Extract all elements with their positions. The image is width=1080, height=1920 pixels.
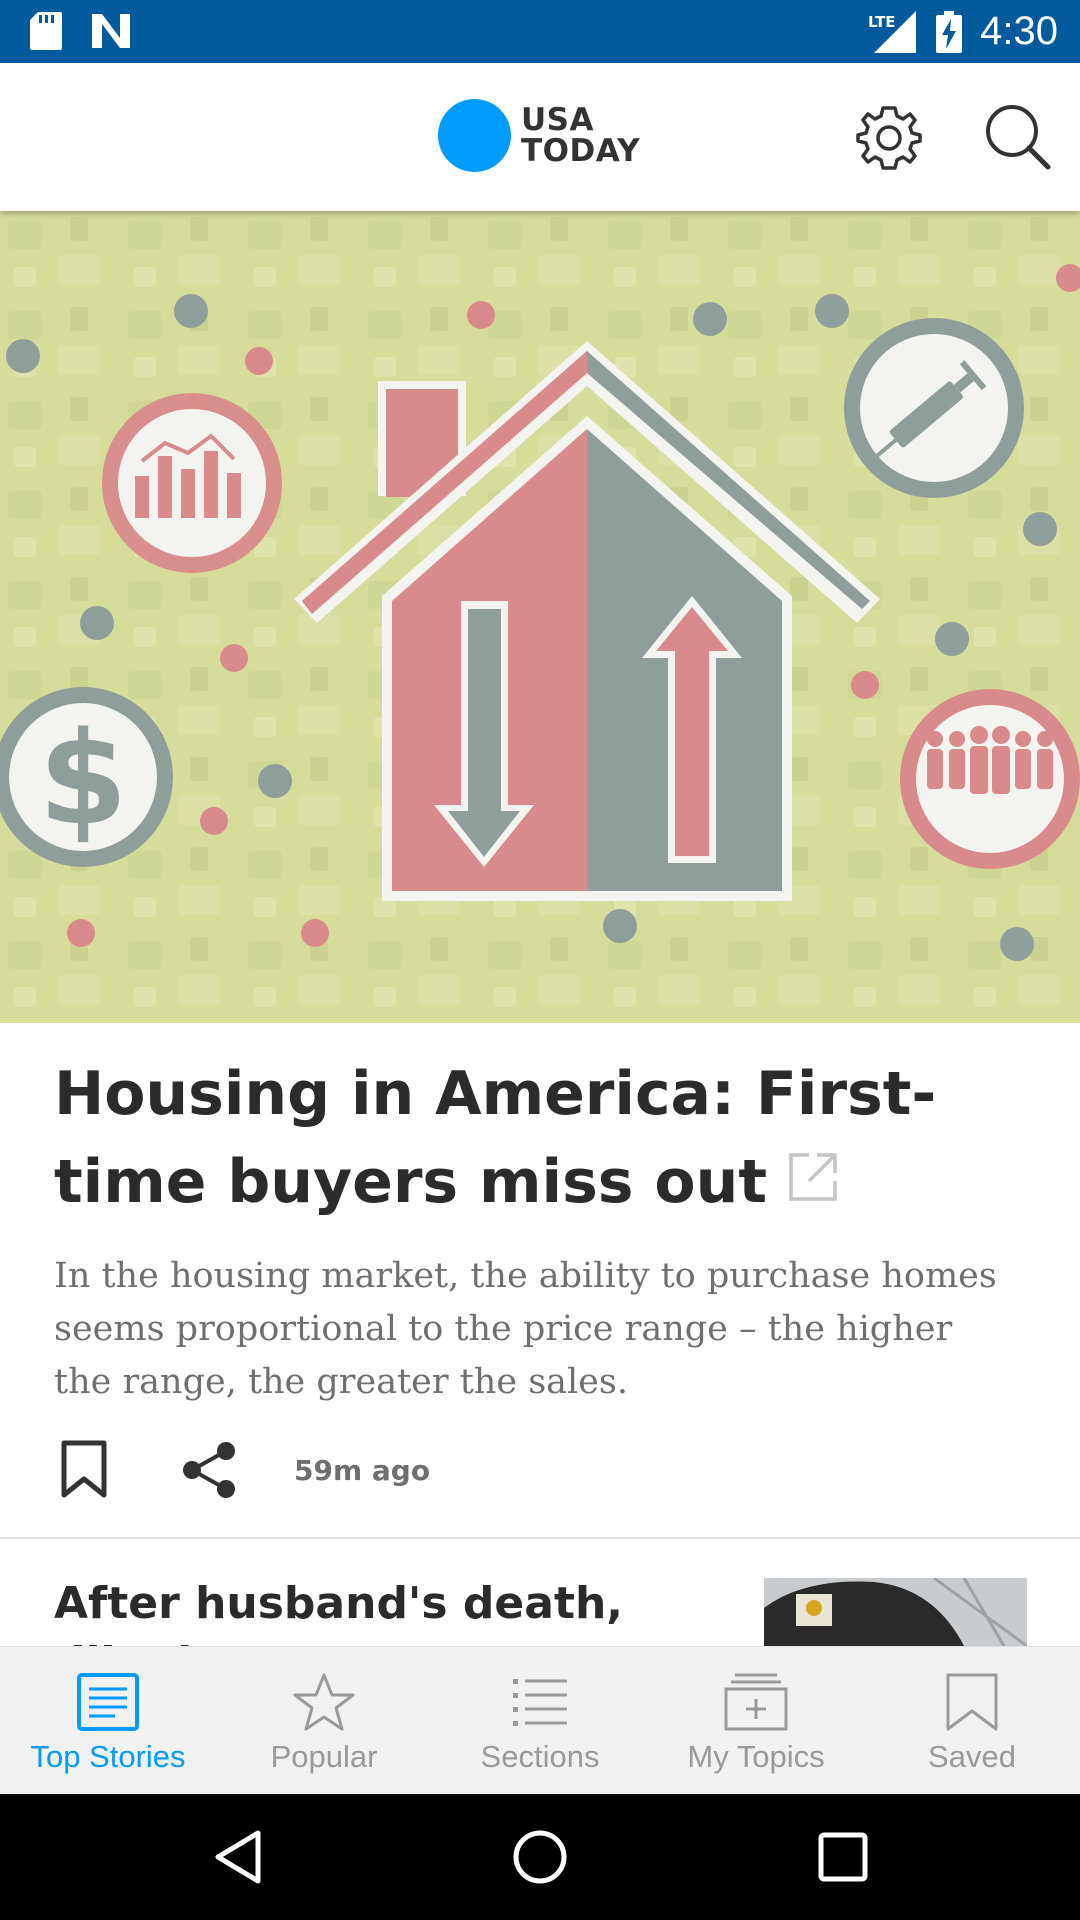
- status-left-icons: [30, 12, 132, 50]
- recents-button[interactable]: [813, 1827, 873, 1887]
- divider: [0, 1537, 1080, 1539]
- bookmark-icon[interactable]: [54, 1435, 114, 1505]
- logo-line2: TODAY: [521, 132, 641, 169]
- article-summary: In the housing market, the ability to pu…: [54, 1256, 997, 1402]
- battery-charging-icon: [936, 10, 963, 53]
- syringe-icon: [844, 318, 1024, 498]
- tab-my-topics[interactable]: My Topics: [648, 1647, 864, 1794]
- people-icon: [900, 689, 1080, 869]
- svg-text:$: $: [38, 705, 127, 854]
- chart-icon: [102, 393, 282, 573]
- tab-top-stories[interactable]: Top Stories: [0, 1647, 216, 1794]
- logo-dot: [438, 99, 511, 172]
- tab-sections-label: Sections: [480, 1739, 600, 1774]
- share-icon[interactable]: [174, 1435, 244, 1505]
- lte-signal-icon: LTE: [868, 10, 917, 53]
- status-right-icons: LTE 4:30: [868, 0, 1058, 63]
- tab-popular-label: Popular: [270, 1739, 378, 1774]
- svg-text:LTE: LTE: [868, 13, 896, 31]
- usa-today-logo[interactable]: USA TODAY: [438, 99, 640, 172]
- thumbnail-photo: [764, 1578, 1027, 1646]
- tab-top-stories-label: Top Stories: [30, 1739, 186, 1774]
- home-button[interactable]: [510, 1827, 570, 1887]
- app-n-icon: [92, 14, 130, 48]
- hero-image[interactable]: $: [0, 211, 1080, 1023]
- search-icon[interactable]: [982, 101, 1054, 173]
- back-button[interactable]: [210, 1827, 270, 1887]
- tab-saved-label: Saved: [928, 1739, 1016, 1774]
- bottom-tab-bar: Top Stories Popular Sections My Topics S…: [0, 1646, 1080, 1794]
- star-icon: [293, 1673, 355, 1731]
- tab-sections[interactable]: Sections: [432, 1647, 648, 1794]
- status-time: 4:30: [980, 9, 1058, 53]
- settings-gear-icon[interactable]: [853, 101, 925, 173]
- logo-line1: USA: [521, 101, 594, 138]
- next-article-headline[interactable]: After husband's death, Illinois woman sa…: [54, 1574, 714, 1646]
- system-navigation-bar: [0, 1794, 1080, 1920]
- top-stories-icon: [77, 1673, 139, 1731]
- app-header: USA TODAY: [0, 63, 1080, 211]
- article-headline[interactable]: Housing in America: First-time buyers mi…: [54, 1050, 1014, 1226]
- next-article-thumbnail[interactable]: [764, 1578, 1027, 1646]
- status-bar: LTE 4:30: [0, 0, 1080, 63]
- sd-card-icon: [30, 12, 62, 50]
- my-topics-icon: [724, 1673, 788, 1731]
- logo-text: USA TODAY: [521, 101, 641, 169]
- dollar-icon: $: [0, 687, 173, 867]
- external-link-icon: [789, 1153, 837, 1202]
- house-up-down-arrows-illustration: $: [0, 211, 1080, 1023]
- bookmark-icon: [946, 1673, 998, 1731]
- tab-my-topics-label: My Topics: [687, 1739, 825, 1774]
- tab-saved[interactable]: Saved: [864, 1647, 1080, 1794]
- article-time-ago: 59m ago: [294, 1453, 431, 1487]
- tab-popular[interactable]: Popular: [216, 1647, 432, 1794]
- list-icon: [513, 1679, 567, 1726]
